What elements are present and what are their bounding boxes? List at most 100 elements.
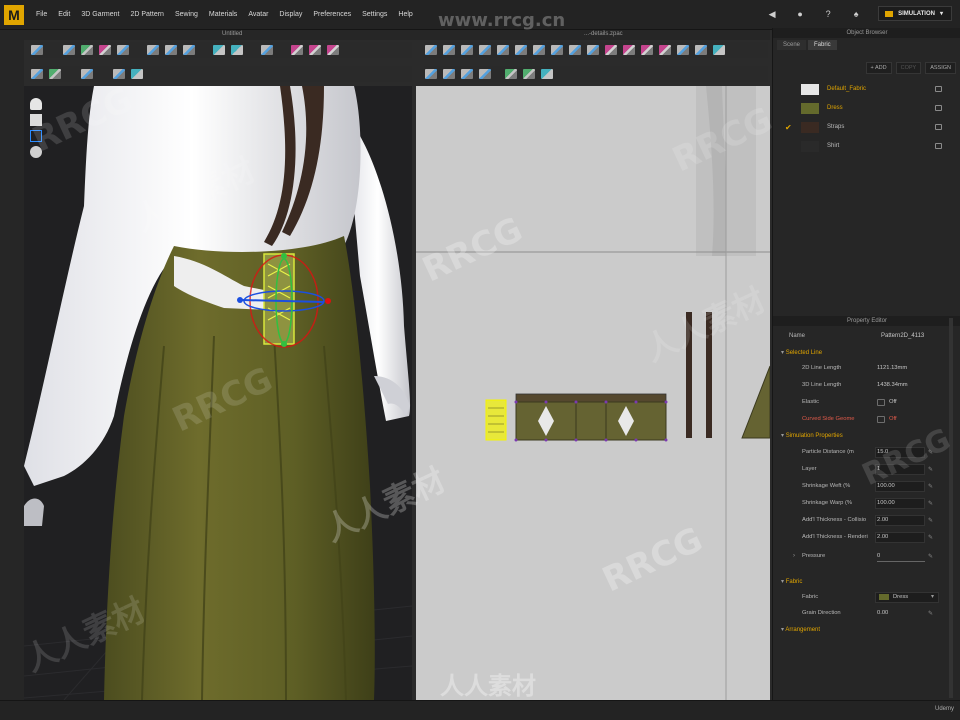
edit-icon[interactable]: ✎ xyxy=(928,517,934,524)
down-arrow-tool-button[interactable] xyxy=(30,44,44,56)
help-icon[interactable]: ? xyxy=(822,8,834,20)
sound-icon[interactable]: ◀ xyxy=(766,8,778,20)
add-point-button[interactable] xyxy=(496,44,510,56)
property-editor-scrollbar[interactable] xyxy=(949,318,953,698)
copy-fabric-button[interactable]: COPY xyxy=(895,62,922,74)
baseline-button[interactable] xyxy=(424,68,438,80)
edit-icon[interactable]: ✎ xyxy=(928,449,934,456)
tape-tool-button[interactable] xyxy=(290,44,304,56)
face-icon[interactable] xyxy=(30,146,42,158)
menu-2d-pattern[interactable]: 2D Pattern xyxy=(130,11,163,18)
viewport-title-strip: Untitled ...-details.zpac xyxy=(24,30,770,40)
simulation-properties-section[interactable]: Simulation Properties xyxy=(781,432,843,439)
list-item[interactable]: Dress xyxy=(773,99,960,118)
internal-polygon-button[interactable] xyxy=(586,44,600,56)
rectangle-button[interactable] xyxy=(550,44,564,56)
group-tool-button[interactable] xyxy=(230,44,244,56)
tack-button[interactable] xyxy=(658,44,672,56)
user-icon[interactable]: ● xyxy=(794,8,806,20)
arrangement-section[interactable]: Arrangement xyxy=(781,626,820,633)
visibility-icon[interactable] xyxy=(935,86,942,92)
flag-tool-button[interactable] xyxy=(116,44,130,56)
fold-tool-button[interactable] xyxy=(164,44,178,56)
right-panel: Object Browser Scene Fabric + ADD COPY A… xyxy=(772,28,960,720)
list-item[interactable]: Default_Fabric xyxy=(773,80,960,99)
name-value[interactable]: Pattern2D_4113 xyxy=(881,333,924,339)
elastic-toggle[interactable] xyxy=(877,399,885,406)
edit-icon[interactable]: ✎ xyxy=(928,466,934,473)
pressure-slider[interactable] xyxy=(877,561,925,562)
edit-icon[interactable]: ✎ xyxy=(928,553,934,560)
pin-2d-button[interactable] xyxy=(694,44,708,56)
segment-sewing-button[interactable] xyxy=(622,44,636,56)
tab-scene[interactable]: Scene xyxy=(777,40,807,50)
edit-icon[interactable]: ✎ xyxy=(928,534,934,541)
list-item[interactable]: Shirt xyxy=(773,137,960,156)
transform-pattern-button[interactable] xyxy=(424,44,438,56)
measure-tool-button[interactable] xyxy=(260,44,274,56)
menu-help[interactable]: Help xyxy=(398,11,412,18)
chevron-right-icon[interactable]: › xyxy=(793,553,795,559)
menu-preferences[interactable]: Preferences xyxy=(313,11,351,18)
list-item[interactable]: ✔ Straps xyxy=(773,118,960,137)
fabric-section[interactable]: Fabric xyxy=(781,578,803,585)
menu-settings[interactable]: Settings xyxy=(362,11,387,18)
slash-button[interactable] xyxy=(514,44,528,56)
viewport-2d[interactable] xyxy=(416,86,770,700)
edit-curvature-button[interactable] xyxy=(460,44,474,56)
check-sewing-button[interactable] xyxy=(676,44,690,56)
visibility-icon[interactable] xyxy=(935,143,942,149)
menu-sewing[interactable]: Sewing xyxy=(175,11,198,18)
edit-curve-point-button[interactable] xyxy=(478,44,492,56)
polygon-button[interactable] xyxy=(532,44,546,56)
garment-icon[interactable]: ♠ xyxy=(850,8,862,20)
seam-button[interactable] xyxy=(604,44,618,56)
edit-icon[interactable]: ✎ xyxy=(928,610,934,617)
viewport-3d[interactable] xyxy=(24,86,412,700)
trim-tool-button[interactable] xyxy=(80,68,94,80)
visibility-icon[interactable] xyxy=(935,124,942,130)
pin-tool-button[interactable] xyxy=(146,44,160,56)
menu-file[interactable]: File xyxy=(36,11,47,18)
menu-avatar[interactable]: Avatar xyxy=(248,11,268,18)
assign-fabric-button[interactable]: ASSIGN xyxy=(925,62,956,74)
button-tool-button[interactable] xyxy=(130,68,144,80)
graphic-2d-button[interactable] xyxy=(522,68,536,80)
menu-display[interactable]: Display xyxy=(279,11,302,18)
visibility-icon[interactable] xyxy=(935,105,942,111)
texture-2d-button[interactable] xyxy=(504,68,518,80)
add-fabric-button[interactable]: + ADD xyxy=(865,62,892,74)
free-sewing-button[interactable] xyxy=(640,44,654,56)
layer-field[interactable] xyxy=(875,464,925,475)
annotation-button[interactable] xyxy=(540,68,554,80)
avatar-body-icon[interactable] xyxy=(30,114,42,126)
selected-line-section[interactable]: Selected Line xyxy=(781,349,822,356)
simulation-mode-button[interactable]: SIMULATION ▾ xyxy=(878,6,952,21)
curved-side-toggle[interactable] xyxy=(877,416,885,423)
avatar-tool-button[interactable] xyxy=(182,44,196,56)
ellipse-button[interactable] xyxy=(568,44,582,56)
graphic-tool-button[interactable] xyxy=(112,68,126,80)
menu-materials[interactable]: Materials xyxy=(209,11,237,18)
ring-tool-button[interactable] xyxy=(308,44,322,56)
arrange-tool-button[interactable] xyxy=(212,44,226,56)
menu-3d-garment[interactable]: 3D Garment xyxy=(81,11,119,18)
symmetric-button[interactable] xyxy=(442,68,456,80)
notch-button[interactable] xyxy=(478,68,492,80)
edit-icon[interactable]: ✎ xyxy=(928,483,934,490)
object-browser-tabs: Scene Fabric xyxy=(777,40,837,50)
wireframe-icon[interactable] xyxy=(30,130,42,142)
avatar-head-icon[interactable] xyxy=(30,98,42,110)
shirt-tool-button[interactable] xyxy=(98,44,112,56)
zipper-tool-button[interactable] xyxy=(326,44,340,56)
select-tool-button[interactable] xyxy=(62,44,76,56)
edit-icon[interactable]: ✎ xyxy=(928,500,934,507)
view-2d-button[interactable] xyxy=(712,44,726,56)
grading-button[interactable] xyxy=(460,68,474,80)
edit-pattern-button[interactable] xyxy=(442,44,456,56)
sew-tool-button[interactable] xyxy=(30,68,44,80)
garment-tool-button[interactable] xyxy=(80,44,94,56)
texture-tool-button[interactable] xyxy=(48,68,62,80)
tab-fabric[interactable]: Fabric xyxy=(808,40,837,50)
menu-edit[interactable]: Edit xyxy=(58,11,70,18)
